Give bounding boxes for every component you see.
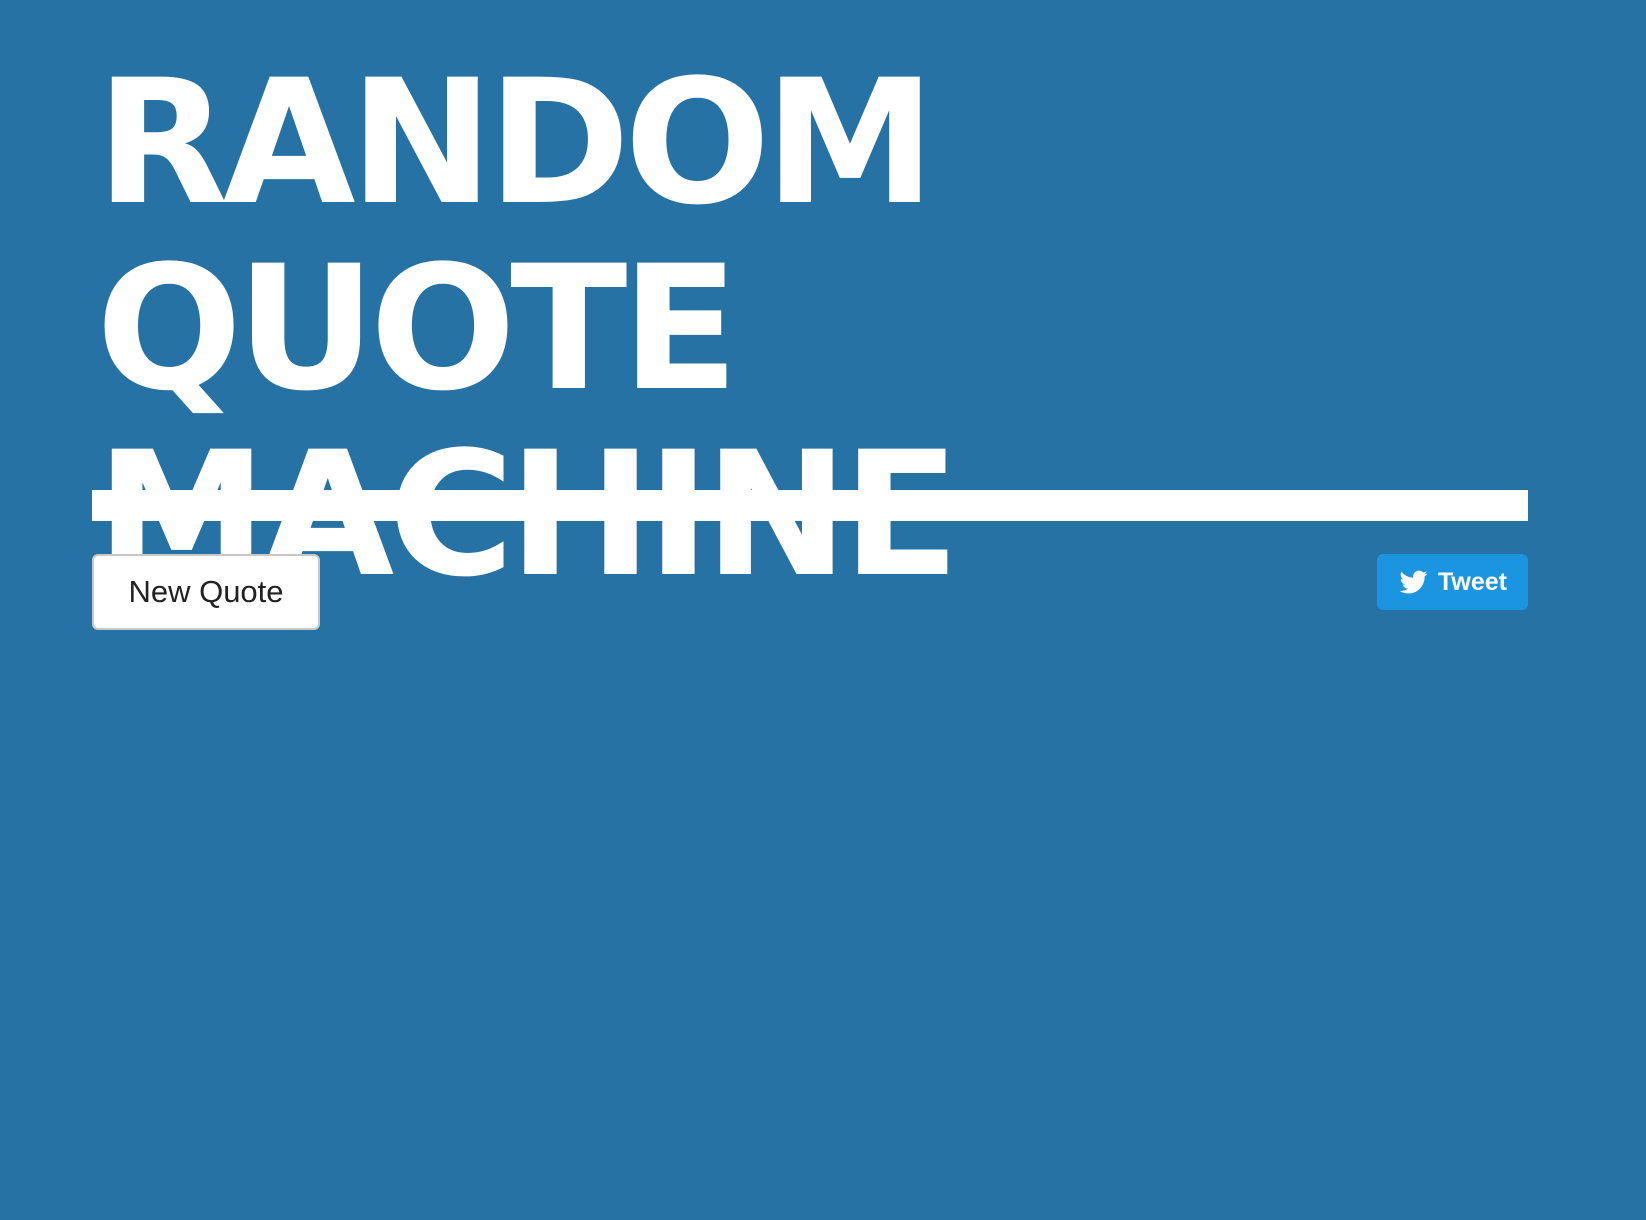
tweet-button[interactable]: Tweet [1377, 554, 1528, 610]
new-quote-button[interactable]: New Quote [92, 554, 320, 630]
tweet-button-label: Tweet [1438, 567, 1507, 596]
page: RANDOM QUOTE MACHINE New Quote Tweet [0, 0, 1646, 1220]
page-title: RANDOM QUOTE MACHINE [96, 42, 960, 608]
quote-text [92, 490, 1528, 521]
twitter-bird-icon [1398, 568, 1430, 596]
